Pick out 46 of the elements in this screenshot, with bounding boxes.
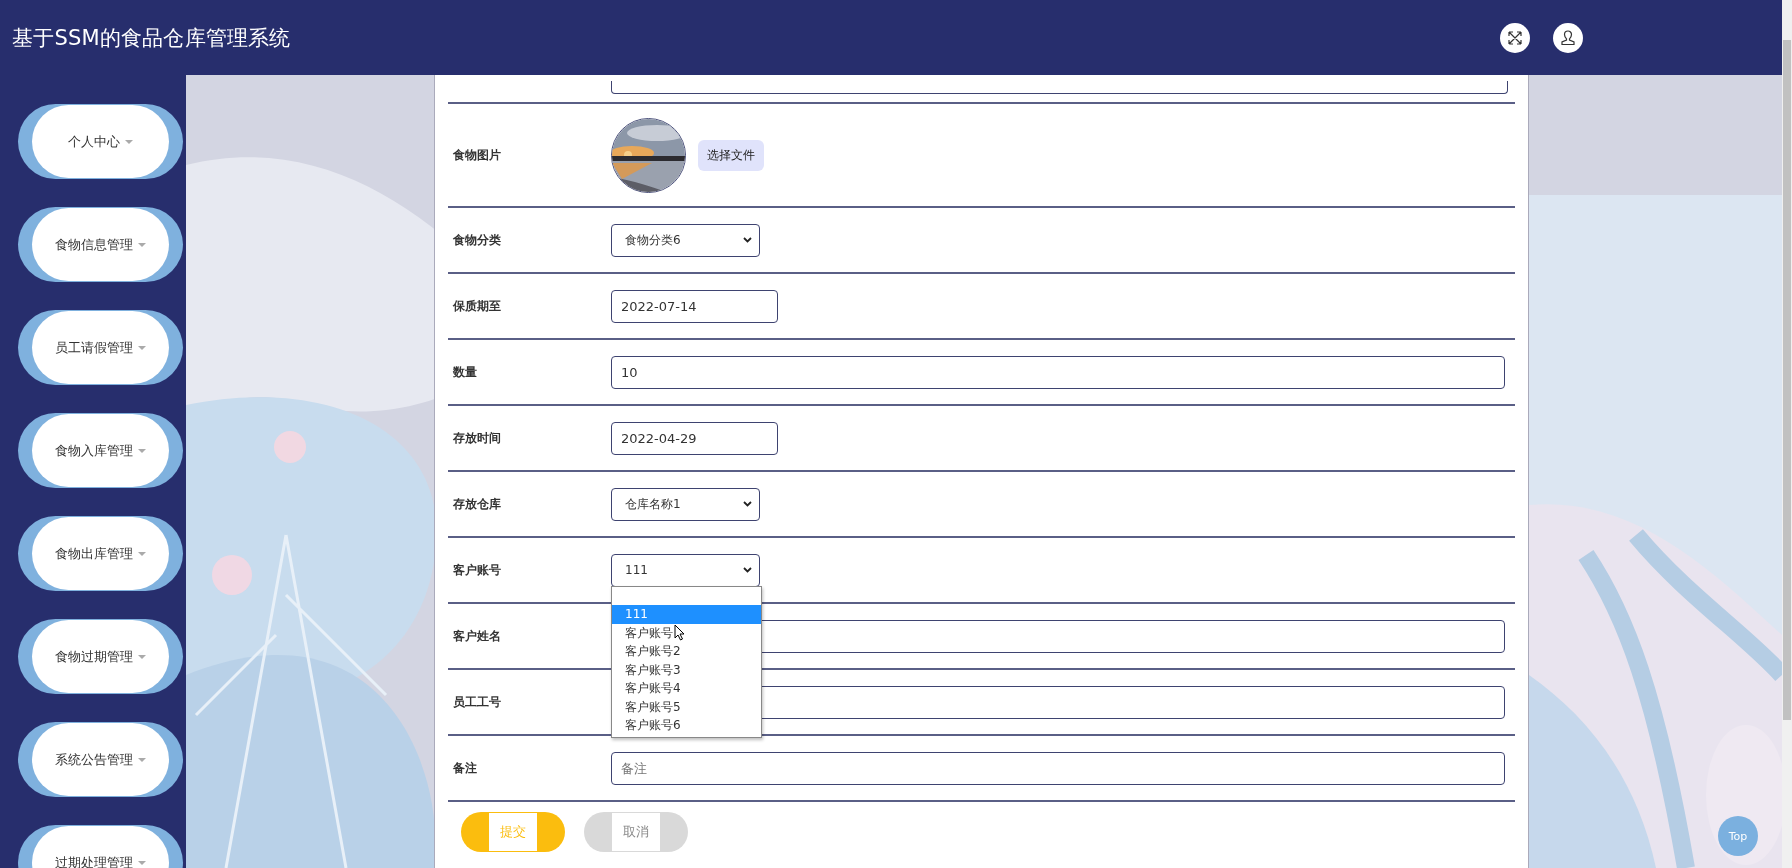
caret-icon: [138, 345, 146, 350]
dropdown-option[interactable]: 客户账号6: [612, 716, 761, 735]
sidebar-menu-item[interactable]: 食物过期管理: [18, 619, 183, 694]
field-label: 客户账号: [452, 561, 502, 579]
scrollbar[interactable]: [1782, 0, 1792, 868]
sidebar-menu-item[interactable]: 个人中心: [18, 104, 183, 179]
text-field[interactable]: [611, 81, 1508, 94]
chevron-icon: [743, 501, 752, 507]
field-label: 备注: [452, 759, 478, 777]
field-label: 存放时间: [452, 429, 502, 447]
field-label: 员工工号: [452, 693, 502, 711]
text-field[interactable]: 10: [611, 355, 1505, 389]
date-field[interactable]: 2022-07-14: [611, 289, 778, 323]
sidebar-menu-item[interactable]: 员工请假管理: [18, 310, 183, 385]
field-label: 客户姓名: [452, 627, 502, 645]
text-field[interactable]: 备注: [611, 751, 1505, 785]
caret-icon: [138, 860, 146, 865]
field-label: 食物分类: [452, 231, 502, 249]
caret-icon: [138, 448, 146, 453]
caret-icon: [138, 242, 146, 247]
dropdown-option[interactable]: 客户账号: [612, 623, 761, 642]
select-field[interactable]: 仓库名称1: [611, 487, 760, 521]
field-label: 存放仓库: [452, 495, 502, 513]
caret-icon: [125, 139, 133, 144]
select-field[interactable]: 食物分类6: [611, 223, 760, 257]
caret-icon: [138, 551, 146, 556]
dropdown-option[interactable]: 客户账号3: [612, 660, 761, 679]
field-label: 保质期至: [452, 297, 502, 315]
app-title: 基于SSM的食品仓库管理系统: [12, 24, 292, 52]
dropdown-option[interactable]: 客户账号4: [612, 679, 761, 698]
sidebar-menu-item[interactable]: 系统公告管理: [18, 722, 183, 797]
dropdown-option[interactable]: 客户账号5: [612, 697, 761, 716]
caret-icon: [138, 757, 146, 762]
caret-icon: [138, 654, 146, 659]
sidebar-menu-item[interactable]: 食物信息管理: [18, 207, 183, 282]
chevron-icon: [743, 237, 752, 243]
field-label: 数量: [452, 363, 478, 381]
cancel-button[interactable]: 取消: [584, 812, 688, 852]
dropdown-option[interactable]: 客户账号2: [612, 642, 761, 661]
choose-file-button[interactable]: 选择文件: [698, 139, 764, 171]
cursor-icon: [674, 624, 685, 642]
sidebar-menu-item[interactable]: 食物出库管理: [18, 516, 183, 591]
chevron-icon: [743, 567, 752, 573]
sidebar-menu-item[interactable]: 食物入库管理: [18, 413, 183, 488]
date-field[interactable]: 2022-04-29: [611, 421, 778, 455]
field-label: 食物图片: [452, 146, 502, 164]
